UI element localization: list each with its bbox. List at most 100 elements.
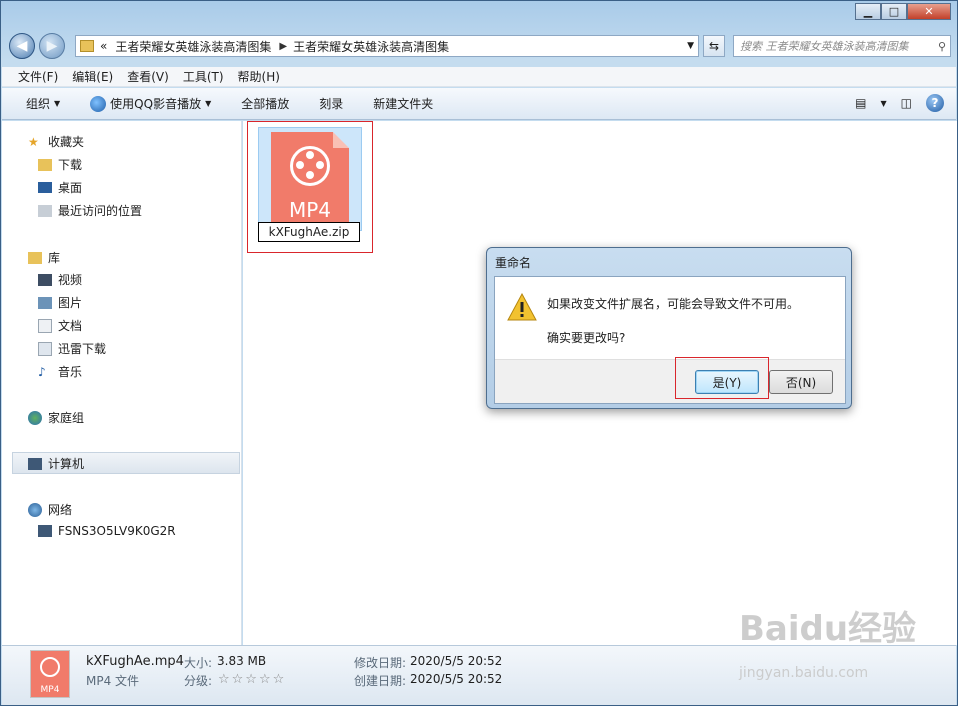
- sidebar-label: FSNS3O5LV9K0G2R: [58, 524, 176, 538]
- breadcrumb-segment-2[interactable]: 王者荣耀女英雄泳装高清图集: [293, 38, 449, 55]
- menu-tools[interactable]: 工具(T): [183, 68, 224, 85]
- sidebar-item-downloads[interactable]: 下载: [38, 156, 82, 173]
- video-library-icon: [38, 273, 52, 286]
- search-input[interactable]: 搜索 王者荣耀女英雄泳装高清图集 ⚲: [733, 35, 951, 57]
- details-size: 3.83 MB: [217, 654, 267, 668]
- details-type: MP4 文件: [86, 674, 140, 688]
- navigation-pane: ★ 收藏夹 下载 桌面 最近访问的位置 库 视频 图片 文档 迅雷下载 ♪ 音乐 家…: [2, 121, 242, 645]
- pictures-library-icon: [38, 296, 52, 309]
- network-icon: [28, 502, 42, 517]
- details-rating-label: 分级:: [184, 674, 213, 688]
- page-fold: [333, 132, 349, 148]
- sidebar-label: 桌面: [58, 181, 83, 195]
- library-icon: [28, 251, 42, 264]
- menu-bar: 文件(F) 编辑(E) 查看(V) 工具(T) 帮助(H): [2, 67, 956, 87]
- new-folder-button[interactable]: 新建文件夹: [373, 95, 433, 112]
- sidebar-item-computer[interactable]: 计算机: [28, 455, 84, 472]
- baidu-watermark-url: jingyan.baidu.com: [739, 665, 869, 681]
- rating-stars[interactable]: ☆☆☆☆☆: [218, 672, 286, 687]
- organize-label: 组织: [26, 97, 51, 111]
- file-selection-highlight: MP4: [258, 127, 362, 231]
- search-placeholder: 搜索 王者荣耀女英雄泳装高清图集: [740, 40, 909, 53]
- dialog-title: 重命名: [495, 256, 532, 270]
- sidebar-label: 文档: [58, 319, 83, 333]
- menu-help[interactable]: 帮助(H): [238, 68, 280, 85]
- homegroup-icon: [28, 410, 42, 425]
- search-icon[interactable]: ⚲: [938, 40, 946, 53]
- command-bar: 组织 ▼ 使用QQ影音播放 ▼ 全部播放 刻录 新建文件夹 ▤ ▼ ◫ ?: [2, 88, 956, 120]
- details-created-label: 创建日期:: [354, 674, 407, 688]
- dropdown-arrow-icon: ▼: [54, 99, 61, 108]
- sidebar-label: 收藏夹: [48, 135, 85, 149]
- file-item[interactable]: MP4 kXFughAe.zip: [247, 121, 373, 253]
- sidebar-item-desktop[interactable]: 桌面: [38, 179, 82, 196]
- rename-dialog: 重命名 如果改变文件扩展名，可能会导致文件不可用。 确实要更改吗? 是(Y) 否…: [486, 247, 852, 409]
- view-options-icon[interactable]: ▤: [855, 96, 866, 110]
- sidebar-item-libraries[interactable]: 库: [28, 249, 60, 266]
- back-arrow-icon: ◀: [16, 38, 28, 54]
- burn-button[interactable]: 刻录: [319, 95, 343, 112]
- dialog-message: 如果改变文件扩展名，可能会导致文件不可用。: [547, 297, 800, 311]
- sidebar-item-recent[interactable]: 最近访问的位置: [38, 202, 142, 219]
- window-controls: ▁ □ ✕: [855, 3, 951, 20]
- refresh-button[interactable]: ⇆: [703, 35, 725, 57]
- play-with-qq-button[interactable]: 使用QQ影音播放 ▼: [90, 95, 211, 112]
- menu-file[interactable]: 文件(F): [18, 68, 58, 85]
- baidu-watermark: Baidu经验: [739, 609, 917, 649]
- forward-button[interactable]: ▶: [39, 33, 65, 59]
- address-bar[interactable]: « 王者荣耀女英雄泳装高清图集 ▶ 王者荣耀女英雄泳装高清图集 ▼: [75, 35, 699, 57]
- organize-button[interactable]: 组织 ▼: [26, 95, 60, 112]
- sidebar-item-network[interactable]: 网络: [28, 501, 72, 518]
- no-button[interactable]: 否(N): [769, 370, 833, 394]
- desktop-icon: [38, 182, 52, 193]
- sidebar-item-pictures[interactable]: 图片: [38, 294, 82, 311]
- download-folder-icon: [38, 158, 52, 171]
- details-created: 2020/5/5 20:52: [410, 672, 503, 686]
- film-reel-icon: [290, 146, 330, 186]
- computer-icon: [38, 525, 52, 537]
- mp4-file-icon: MP4: [30, 650, 70, 698]
- forward-arrow-icon: ▶: [46, 38, 58, 54]
- reel-hole: [306, 151, 314, 159]
- sidebar-label: 计算机: [48, 457, 85, 471]
- reel-hole: [306, 171, 314, 179]
- menu-edit[interactable]: 编辑(E): [72, 68, 113, 85]
- chevron-down-icon[interactable]: ▼: [687, 41, 694, 51]
- documents-library-icon: [38, 318, 52, 333]
- sidebar-item-homegroup[interactable]: 家庭组: [28, 409, 84, 426]
- address-overflow[interactable]: «: [100, 39, 107, 53]
- sidebar-item-network-pc[interactable]: FSNS3O5LV9K0G2R: [38, 524, 176, 538]
- new-folder-label: 新建文件夹: [373, 97, 434, 111]
- toolbar-right: ▤ ▼ ◫ ?: [855, 94, 944, 112]
- refresh-icon: ⇆: [708, 39, 720, 53]
- sidebar-item-music[interactable]: ♪ 音乐: [38, 363, 82, 380]
- sidebar-item-favorites[interactable]: ★ 收藏夹: [28, 133, 84, 150]
- details-size-label: 大小:: [184, 656, 213, 670]
- chevron-right-icon[interactable]: ▶: [279, 41, 287, 52]
- sidebar-item-thunder-downloads[interactable]: 迅雷下载: [38, 340, 106, 357]
- breadcrumb-segment-1[interactable]: 王者荣耀女英雄泳装高清图集: [115, 38, 271, 55]
- back-button[interactable]: ◀: [9, 33, 35, 59]
- sidebar-item-documents[interactable]: 文档: [38, 317, 82, 334]
- play-all-label: 全部播放: [241, 97, 290, 111]
- sidebar-label: 迅雷下载: [58, 342, 107, 356]
- sidebar-item-videos[interactable]: 视频: [38, 271, 82, 288]
- film-reel-icon: [40, 657, 60, 677]
- play-all-button[interactable]: 全部播放: [241, 95, 289, 112]
- rename-input[interactable]: kXFughAe.zip: [258, 222, 360, 242]
- play-with-qq-label: 使用QQ影音播放: [110, 97, 202, 111]
- dialog-body: 如果改变文件扩展名，可能会导致文件不可用。 确实要更改吗? 是(Y) 否(N): [494, 276, 846, 404]
- thunder-download-icon: [38, 341, 52, 356]
- computer-icon: [28, 457, 42, 470]
- minimize-button[interactable]: ▁: [855, 3, 881, 20]
- mp4-file-icon: MP4: [271, 132, 349, 228]
- preview-pane-icon[interactable]: ◫: [901, 96, 912, 110]
- view-dropdown-icon[interactable]: ▼: [881, 99, 887, 108]
- sidebar-label: 图片: [58, 296, 83, 310]
- menu-view[interactable]: 查看(V): [127, 68, 169, 85]
- sidebar-label: 视频: [58, 273, 83, 287]
- burn-label: 刻录: [319, 97, 344, 111]
- maximize-button[interactable]: □: [881, 3, 907, 20]
- help-icon[interactable]: ?: [926, 94, 944, 112]
- close-button[interactable]: ✕: [907, 3, 951, 20]
